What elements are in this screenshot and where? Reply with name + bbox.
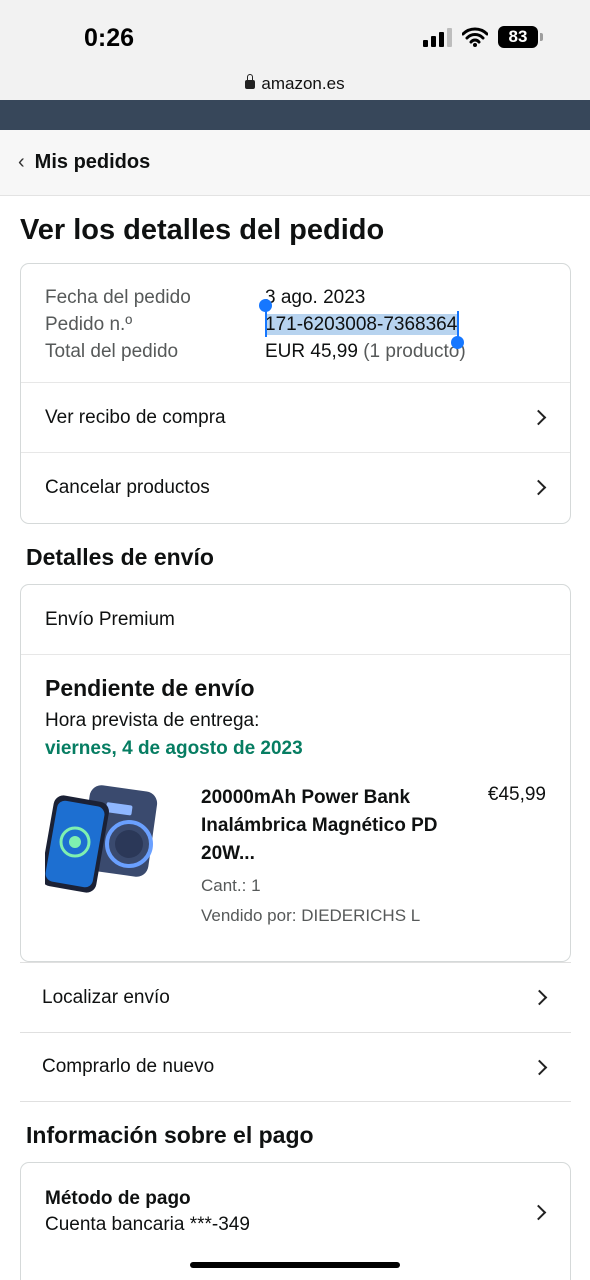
chevron-left-icon: ‹	[18, 151, 25, 173]
chevron-right-icon	[531, 1059, 548, 1075]
shipping-type: Envío Premium	[21, 585, 570, 655]
order-summary: Fecha del pedido 3 ago. 2023 Pedido n.º …	[21, 264, 570, 382]
order-number-selection[interactable]: 171-6203008-7368364	[259, 299, 465, 349]
view-receipt-link[interactable]: Ver recibo de compra	[21, 382, 570, 452]
amazon-nav-strip	[0, 100, 590, 130]
shipment-card: Envío Premium Pendiente de envío Hora pr…	[20, 584, 571, 962]
chevron-right-icon	[530, 1204, 547, 1220]
clock: 0:26	[84, 24, 135, 52]
product-image[interactable]	[41, 784, 177, 894]
order-number-label: Pedido n.º	[45, 314, 133, 335]
page-title: Ver los detalles del pedido	[20, 214, 385, 246]
chevron-right-icon	[530, 409, 547, 426]
payment-section-title: Información sobre el pago	[26, 1122, 314, 1148]
status-icons: 83	[423, 26, 543, 48]
shipping-section-title: Detalles de envío	[26, 544, 214, 570]
product-seller: Vendido por: DIEDERICHS L	[201, 906, 421, 925]
buy-again-link[interactable]: Comprarlo de nuevo	[20, 1032, 571, 1102]
lock-icon	[245, 74, 256, 89]
payment-method-label: Método de pago	[45, 1188, 191, 1209]
track-package-label: Localizar envío	[42, 986, 170, 1008]
cancel-items-label: Cancelar productos	[45, 476, 210, 498]
url-text: amazon.es	[261, 74, 345, 93]
delivery-eta-label: Hora prevista de entrega:	[45, 710, 260, 731]
chevron-right-icon	[531, 989, 548, 1006]
status-bar: 0:26 83 amazon.es	[0, 0, 590, 100]
back-to-orders[interactable]: ‹ Mis pedidos	[0, 130, 590, 196]
back-label: Mis pedidos	[34, 151, 151, 173]
home-indicator[interactable]	[190, 1262, 400, 1268]
shipment-actions: Localizar envío Comprarlo de nuevo	[20, 962, 571, 1102]
product-quantity: Cant.: 1	[201, 876, 261, 895]
wifi-icon	[462, 27, 488, 47]
order-summary-card: Fecha del pedido 3 ago. 2023 Pedido n.º …	[20, 263, 571, 524]
product-item[interactable]: 20000mAh Power Bank Inalámbrica Magnétic…	[41, 784, 546, 926]
selection-end-handle[interactable]	[451, 311, 465, 349]
payment-method-link[interactable]: Método de pago Cuenta bancaria ***-349	[21, 1163, 570, 1261]
order-total-value: EUR 45,99	[265, 341, 358, 362]
product-name[interactable]: 20000mAh Power Bank Inalámbrica Magnétic…	[201, 784, 451, 868]
view-receipt-label: Ver recibo de compra	[45, 406, 226, 428]
product-price: €45,99	[487, 784, 546, 805]
cellular-signal-icon	[423, 27, 452, 47]
order-number-value[interactable]: 171-6203008-7368364	[265, 314, 458, 335]
order-date-value: 3 ago. 2023	[265, 287, 366, 308]
shipment-status: Pendiente de envío	[45, 675, 255, 701]
track-package-link[interactable]: Localizar envío	[20, 962, 571, 1032]
delivery-date: viernes, 4 de agosto de 2023	[45, 738, 303, 759]
buy-again-label: Comprarlo de nuevo	[42, 1056, 215, 1077]
cancel-items-link[interactable]: Cancelar productos	[21, 452, 570, 522]
order-total-label: Total del pedido	[45, 341, 179, 362]
battery-icon: 83	[498, 26, 543, 48]
payment-method-value: Cuenta bancaria ***-349	[45, 1214, 250, 1235]
selection-start-handle[interactable]	[259, 299, 272, 337]
shipment-body: Pendiente de envío Hora prevista de entr…	[21, 655, 570, 926]
address-bar[interactable]: amazon.es	[0, 74, 590, 94]
chevron-right-icon	[530, 479, 547, 496]
order-date-label: Fecha del pedido	[45, 287, 191, 308]
